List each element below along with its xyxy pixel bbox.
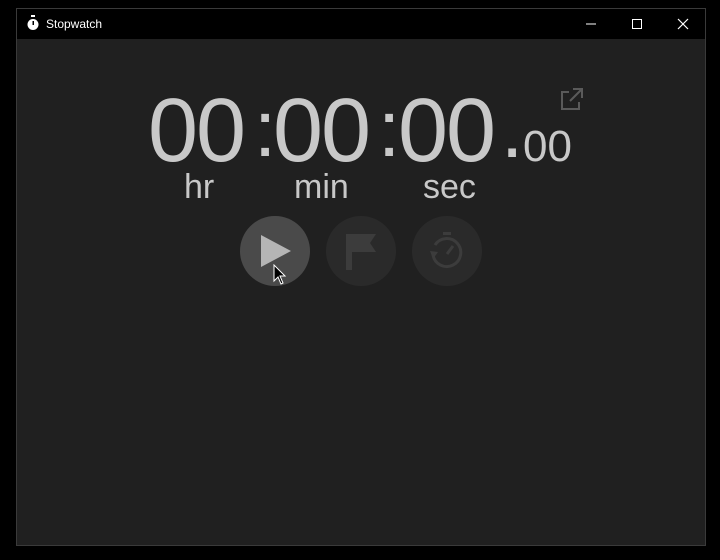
close-icon xyxy=(677,18,689,30)
flag-icon xyxy=(346,234,376,270)
app-title: Stopwatch xyxy=(46,17,103,31)
mouse-cursor-icon xyxy=(273,264,287,285)
stopwatch-window: Stopwatch 00 : 00 : 00 . 00 hr min sec xyxy=(16,8,706,546)
minimize-icon xyxy=(586,23,596,25)
play-icon xyxy=(261,235,291,267)
close-button[interactable] xyxy=(660,9,705,39)
seconds-label: sec xyxy=(423,168,476,206)
stopwatch-app-icon xyxy=(27,15,39,30)
minutes-label: min xyxy=(294,168,349,206)
lap-button[interactable] xyxy=(326,216,396,286)
minimize-button[interactable] xyxy=(568,9,614,39)
maximize-button[interactable] xyxy=(614,9,660,39)
seconds-value: 00 xyxy=(398,81,496,181)
title-bar[interactable]: Stopwatch xyxy=(17,9,705,39)
reset-button[interactable] xyxy=(412,216,482,286)
expand-icon[interactable] xyxy=(558,85,586,113)
minutes-value: 00 xyxy=(273,81,371,181)
maximize-icon xyxy=(632,19,642,29)
hundredths-value: 00 xyxy=(523,122,572,171)
time-display: 00 : 00 : 00 . 00 xyxy=(17,81,705,181)
minutes-seconds-separator: : xyxy=(378,84,401,173)
hours-label: hr xyxy=(184,168,215,206)
reset-icon xyxy=(430,232,463,269)
decimal-point: . xyxy=(501,85,524,174)
hours-value: 00 xyxy=(148,81,246,181)
